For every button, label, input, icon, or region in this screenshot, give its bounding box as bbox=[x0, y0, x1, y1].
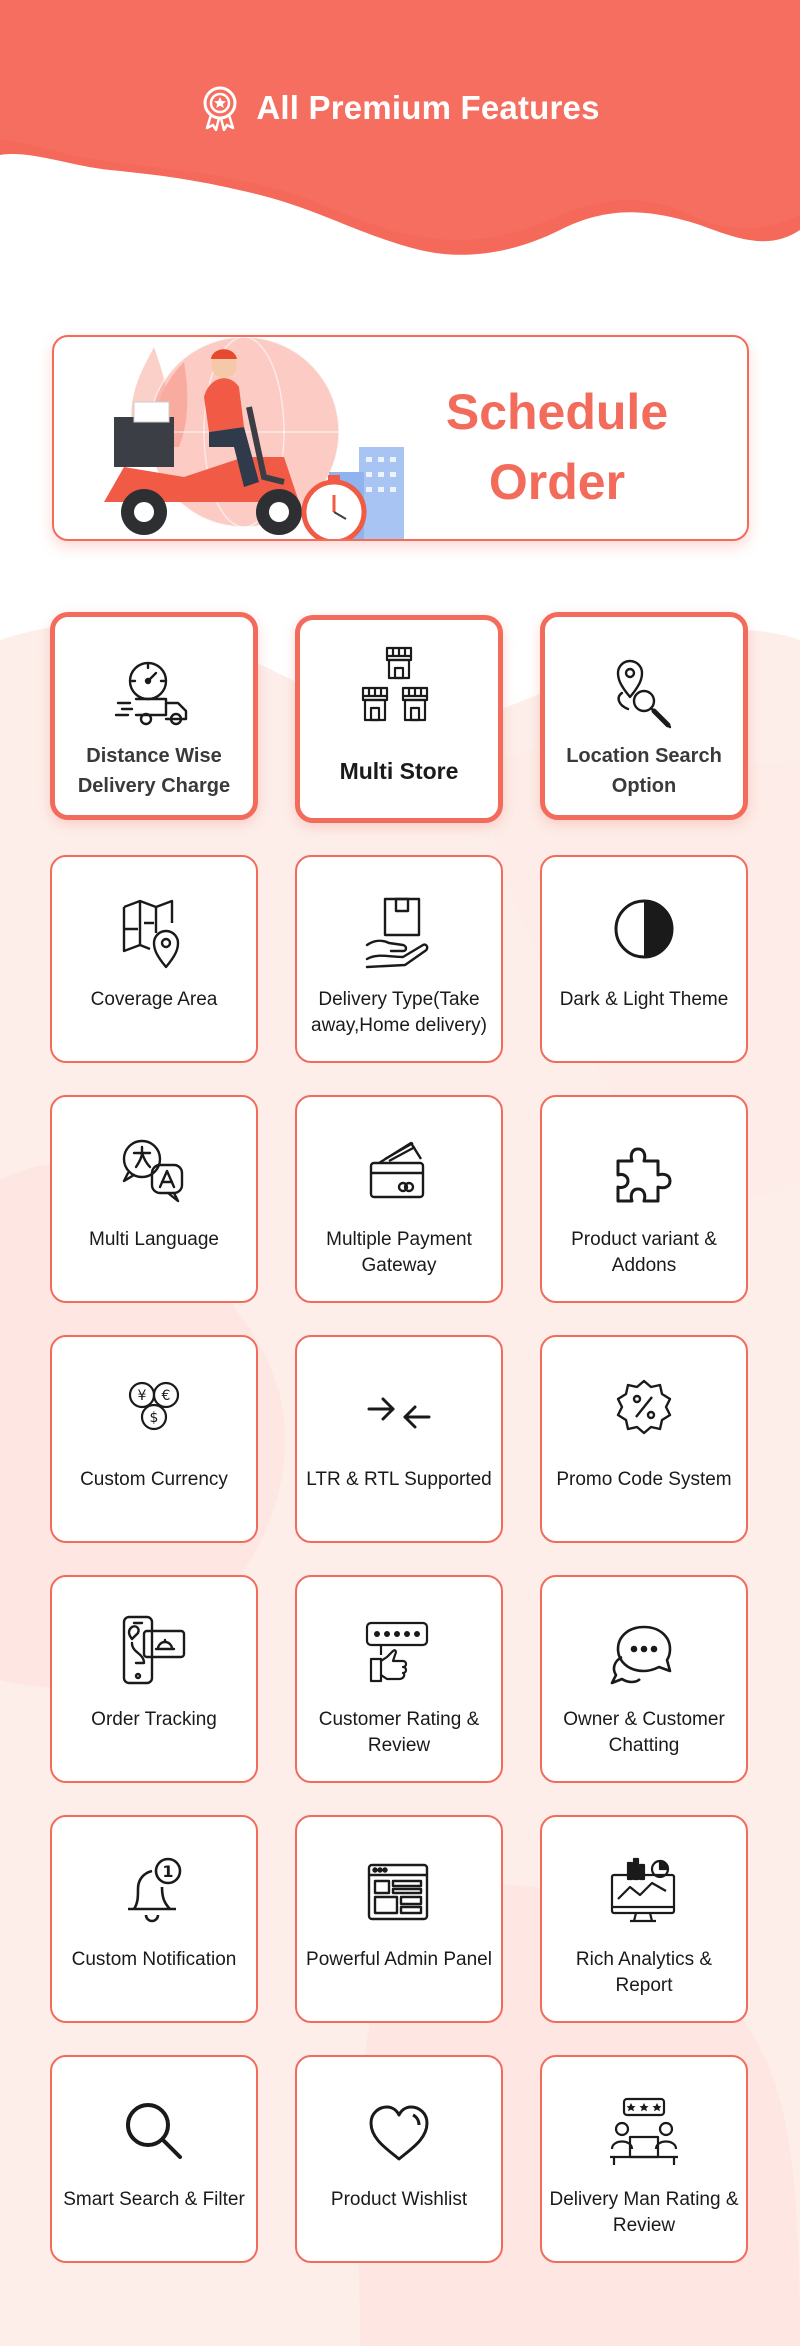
search-icon bbox=[114, 2093, 194, 2173]
discount-badge-icon bbox=[604, 1373, 684, 1453]
feature-label: Custom Currency bbox=[80, 1469, 228, 1490]
feature-card: Delivery Man Rating & Review bbox=[540, 2055, 748, 2263]
feature-card: Dark & Light Theme bbox=[540, 855, 748, 1063]
feature-card: Location Search Option bbox=[540, 612, 748, 820]
package-hand-icon bbox=[359, 893, 439, 973]
chat-bubbles-icon bbox=[604, 1613, 684, 1693]
feature-label: Rich Analytics & Report bbox=[575, 1949, 713, 1996]
feature-label: Product Wishlist bbox=[330, 2189, 468, 2210]
feature-grid: Distance Wise Delivery Charge Multi Stor… bbox=[0, 0, 800, 2346]
feature-card: ¥ € $ Custom Currency bbox=[50, 1335, 258, 1543]
feature-label: Delivery Type(Take away,Home delivery) bbox=[311, 989, 487, 1036]
currency-icon: ¥ € $ bbox=[114, 1373, 194, 1453]
translate-icon bbox=[114, 1133, 194, 1213]
rating-thumb-icon bbox=[359, 1613, 439, 1693]
analytics-monitor-icon bbox=[604, 1853, 684, 1933]
feature-label: Multi Store bbox=[339, 758, 459, 784]
delivery-truck-speed-icon bbox=[114, 653, 194, 733]
arrows-inward-icon bbox=[359, 1373, 439, 1453]
feature-label: Location Search Option bbox=[566, 745, 722, 797]
bell-notification-icon: 1 bbox=[114, 1853, 194, 1933]
feature-label: Customer Rating & Review bbox=[318, 1709, 480, 1756]
feature-label: Dark & Light Theme bbox=[559, 989, 729, 1010]
feature-label: Owner & Customer Chatting bbox=[563, 1709, 725, 1756]
feature-card: LTR & RTL Supported bbox=[295, 1335, 503, 1543]
feature-label: Multi Language bbox=[89, 1229, 219, 1250]
feature-card: Product Wishlist bbox=[295, 2055, 503, 2263]
svg-text:$: $ bbox=[150, 1410, 159, 1426]
feature-card: Rich Analytics & Report bbox=[540, 1815, 748, 2023]
feature-card: Customer Rating & Review bbox=[295, 1575, 503, 1783]
puzzle-icon bbox=[604, 1133, 684, 1213]
feature-label: LTR & RTL Supported bbox=[306, 1469, 492, 1490]
feature-card: Distance Wise Delivery Charge bbox=[50, 612, 258, 820]
map-pin-icon bbox=[114, 893, 194, 973]
feature-card: Powerful Admin Panel bbox=[295, 1815, 503, 2023]
contrast-icon bbox=[604, 893, 684, 973]
svg-text:€: € bbox=[162, 1388, 171, 1404]
feature-card: Multi Language bbox=[50, 1095, 258, 1303]
feature-label: Smart Search & Filter bbox=[63, 2189, 245, 2210]
delivery-rating-icon bbox=[604, 2093, 684, 2173]
phone-tracking-icon bbox=[114, 1613, 194, 1693]
feature-label: Delivery Man Rating & Review bbox=[549, 2189, 739, 2236]
feature-card: Smart Search & Filter bbox=[50, 2055, 258, 2263]
feature-label: Order Tracking bbox=[91, 1709, 217, 1730]
feature-label: Distance Wise Delivery Charge bbox=[77, 745, 231, 797]
feature-card: Multiple Payment Gateway bbox=[295, 1095, 503, 1303]
location-search-icon bbox=[604, 653, 684, 733]
feature-card: Owner & Customer Chatting bbox=[540, 1575, 748, 1783]
feature-card: Coverage Area bbox=[50, 855, 258, 1063]
credit-card-icon bbox=[359, 1133, 439, 1213]
feature-card: 1 Custom Notification bbox=[50, 1815, 258, 2023]
feature-label: Product variant & Addons bbox=[571, 1229, 717, 1276]
svg-text:1: 1 bbox=[162, 1862, 173, 1881]
feature-label: Multiple Payment Gateway bbox=[326, 1229, 472, 1276]
feature-label: Coverage Area bbox=[90, 989, 218, 1010]
feature-card: Product variant & Addons bbox=[540, 1095, 748, 1303]
svg-text:¥: ¥ bbox=[138, 1388, 147, 1404]
feature-label: Custom Notification bbox=[71, 1949, 237, 1970]
heart-icon bbox=[359, 2093, 439, 2173]
feature-label: Promo Code System bbox=[556, 1469, 732, 1490]
feature-card: Promo Code System bbox=[540, 1335, 748, 1543]
feature-card: Order Tracking bbox=[50, 1575, 258, 1783]
multi-store-icon bbox=[359, 644, 439, 724]
feature-label: Powerful Admin Panel bbox=[306, 1949, 492, 1970]
feature-card: Delivery Type(Take away,Home delivery) bbox=[295, 855, 503, 1063]
admin-dashboard-icon bbox=[359, 1853, 439, 1933]
feature-card: Multi Store bbox=[295, 615, 503, 823]
